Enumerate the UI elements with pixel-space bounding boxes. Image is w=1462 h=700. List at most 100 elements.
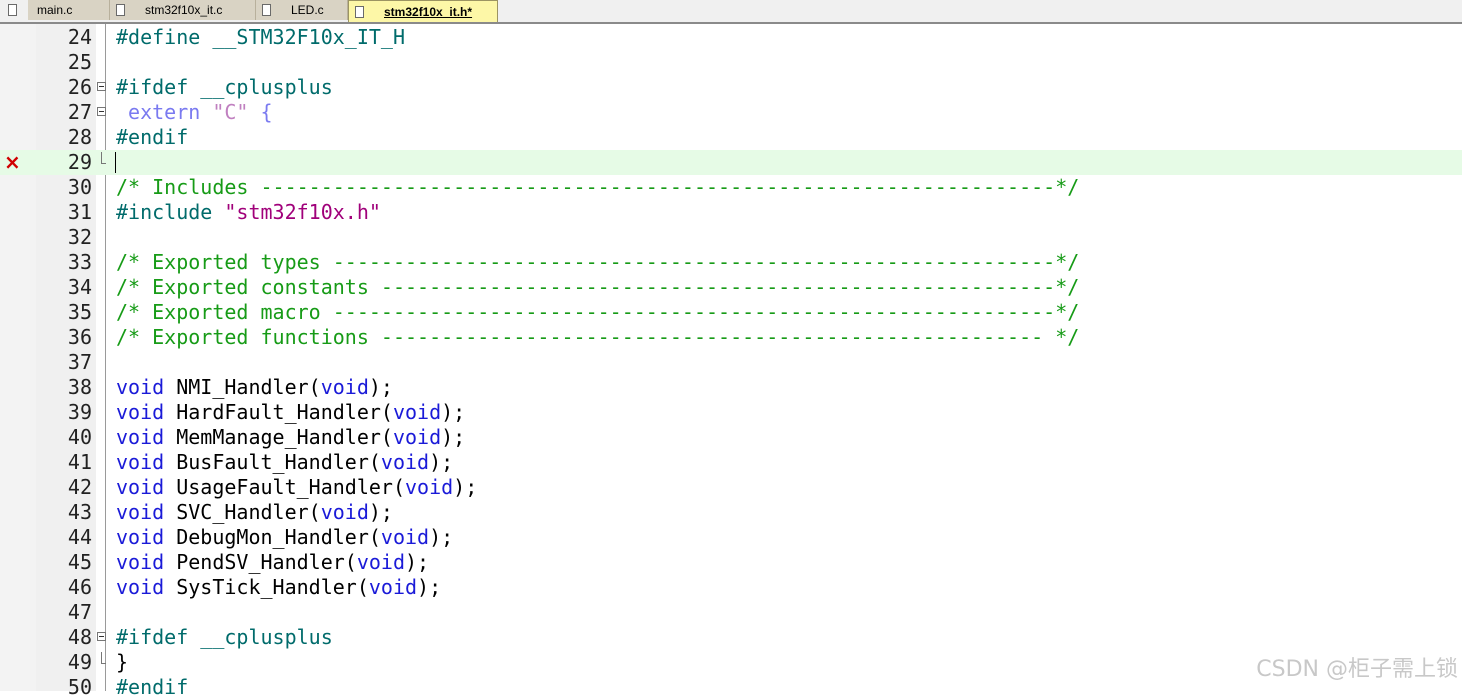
punctuation: );: [405, 550, 430, 574]
keyword: void: [380, 525, 430, 549]
code-token: #include "stm32f10x.h": [116, 200, 381, 224]
code-line[interactable]: 35 /* Exported macro --------------------…: [0, 300, 1462, 325]
keyword: void: [116, 425, 165, 449]
tab-label: stm32f10x_it.c: [145, 3, 223, 17]
text-caret: [115, 152, 116, 173]
code-line[interactable]: 30 /* Includes --------------------------…: [0, 175, 1462, 200]
code-line[interactable]: 46 void SysTick_Handler(void);: [0, 575, 1462, 600]
code-text: #endif: [116, 675, 188, 700]
code-text: void PendSV_Handler(void);: [116, 550, 429, 575]
code-line[interactable]: 38 void NMI_Handler(void);: [0, 375, 1462, 400]
fold-collapse-icon[interactable]: [97, 107, 106, 116]
code-line[interactable]: 32: [0, 225, 1462, 250]
line-number: 46: [67, 575, 92, 599]
code-line[interactable]: 45 void PendSV_Handler(void);: [0, 550, 1462, 575]
function-name: UsageFault_Handler(: [176, 475, 405, 499]
code-line[interactable]: 48 #ifdef __cplusplus: [0, 625, 1462, 650]
code-token: /* Exported constants ------------------…: [116, 275, 1080, 299]
code-token: #endif: [116, 125, 189, 149]
code-line[interactable]: 27 extern "C" {: [0, 100, 1462, 125]
code-text: void NMI_Handler(void);: [116, 375, 393, 400]
line-number: 32: [67, 225, 92, 249]
code-line[interactable]: 34 /* Exported constants ----------------…: [0, 275, 1462, 300]
function-name: DebugMon_Handler(: [176, 525, 381, 549]
function-name: PendSV_Handler(: [176, 550, 357, 574]
function-name: MemManage_Handler(: [176, 425, 393, 449]
line-number: 41: [67, 450, 92, 474]
code-line[interactable]: 41 void BusFault_Handler(void);: [0, 450, 1462, 475]
code-token: extern "C" {: [116, 100, 273, 124]
keyword: void: [116, 475, 165, 499]
code-line[interactable]: 29 ×: [0, 150, 1462, 175]
line-number: 35: [67, 300, 92, 324]
code-text: #ifdef __cplusplus: [116, 625, 333, 650]
line-number: 31: [67, 200, 92, 224]
code-token: #define __STM32F10x_IT_H: [116, 25, 405, 49]
line-number: 47: [67, 600, 92, 624]
line-number: 40: [67, 425, 92, 449]
function-name: BusFault_Handler(: [176, 450, 381, 474]
function-name: SysTick_Handler(: [176, 575, 369, 599]
tab-stm32f10x-it-c[interactable]: stm32f10x_it.c: [110, 0, 256, 20]
punctuation: );: [368, 375, 393, 399]
watermark: CSDN @柜子需上锁: [1256, 657, 1458, 682]
file-icon: [355, 5, 364, 18]
punctuation: );: [368, 500, 393, 524]
code-text: void SysTick_Handler(void);: [116, 575, 441, 600]
tab-main-c[interactable]: main.c: [8, 0, 110, 20]
keyword: void: [116, 550, 165, 574]
code-text: }: [116, 650, 128, 675]
keyword: void: [356, 550, 406, 574]
code-line[interactable]: 44 void DebugMon_Handler(void);: [0, 525, 1462, 550]
code-token: /* Exported macro ----------------------…: [116, 300, 1080, 324]
tab-stm32f10x-it-h[interactable]: stm32f10x_it.h*: [348, 0, 498, 22]
keyword: void: [320, 375, 369, 399]
line-number: 24: [67, 25, 92, 49]
file-icon: [116, 4, 125, 16]
line-number: 29: [67, 150, 92, 174]
keyword: void: [392, 400, 442, 424]
line-number: 38: [67, 375, 92, 399]
code-token: /* Exported functions ------------------…: [116, 325, 1080, 349]
file-icon: [8, 4, 17, 16]
code-line[interactable]: 47: [0, 600, 1462, 625]
string-literal: "stm32f10x.h": [224, 200, 381, 224]
code-line[interactable]: 36 /* Exported functions ----------------…: [0, 325, 1462, 350]
code-line[interactable]: 31 #include "stm32f10x.h": [0, 200, 1462, 225]
tab-led-c[interactable]: LED.c: [256, 0, 348, 20]
line-number: 37: [67, 350, 92, 374]
code-line[interactable]: 42 void UsageFault_Handler(void);: [0, 475, 1462, 500]
code-line[interactable]: 43 void SVC_Handler(void);: [0, 500, 1462, 525]
code-line[interactable]: 37: [0, 350, 1462, 375]
keyword: void: [116, 375, 165, 399]
code-line[interactable]: 39 void HardFault_Handler(void);: [0, 400, 1462, 425]
keyword: void: [405, 475, 454, 499]
file-tab-bar: main.c stm32f10x_it.c LED.c stm32f10x_it…: [0, 0, 1462, 24]
code-line[interactable]: 26 #ifdef __cplusplus: [0, 75, 1462, 100]
code-text: void MemManage_Handler(void);: [116, 425, 465, 450]
code-line[interactable]: 24 #define __STM32F10x_IT_H: [0, 25, 1462, 50]
code-line[interactable]: 28 #endif: [0, 125, 1462, 150]
code-line[interactable]: 50 #endif: [0, 675, 1462, 700]
code-text: /* Exported types ----------------------…: [116, 250, 1079, 275]
keyword: void: [116, 400, 165, 424]
code-text: /* Exported macro ----------------------…: [116, 300, 1079, 325]
line-number: 27: [67, 100, 92, 124]
code-line[interactable]: 40 void MemManage_Handler(void);: [0, 425, 1462, 450]
line-number: 33: [67, 250, 92, 274]
code-token: /* Exported types ----------------------…: [116, 250, 1080, 274]
code-token: #ifdef __cplusplus: [116, 75, 333, 99]
code-token: #endif: [116, 675, 189, 699]
error-icon[interactable]: ×: [4, 150, 21, 175]
line-number: 50: [67, 675, 92, 699]
fold-collapse-icon[interactable]: [97, 82, 106, 91]
code-line[interactable]: 49}: [0, 650, 1462, 675]
code-line[interactable]: 25: [0, 50, 1462, 75]
keyword: void: [368, 575, 418, 599]
fold-collapse-icon[interactable]: [97, 632, 106, 641]
code-text: /* Includes ----------------------------…: [116, 175, 1079, 200]
keyword: void: [320, 500, 369, 524]
code-text: #endif: [116, 125, 188, 150]
code-line[interactable]: 33 /* Exported types --------------------…: [0, 250, 1462, 275]
code-editor[interactable]: 24 #define __STM32F10x_IT_H 25 26 #ifdef __c…: [0, 24, 1462, 699]
